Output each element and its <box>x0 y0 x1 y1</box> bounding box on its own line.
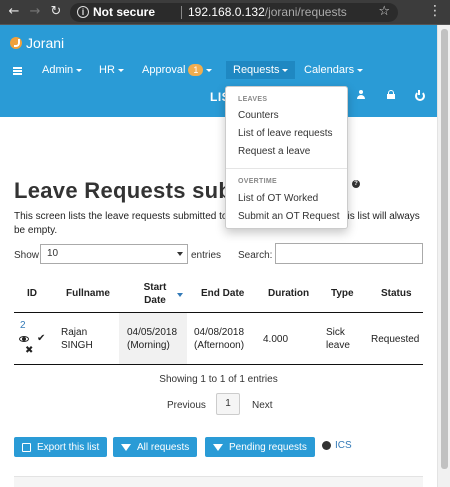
nav-hr[interactable]: HR <box>99 64 124 76</box>
chevron-down-icon <box>117 68 124 72</box>
sort-icon <box>41 291 48 299</box>
app-header: Jorani Admin HR Approval 1 Requests Calen… <box>0 25 437 117</box>
browser-toolbar: ← → ↻ i Not secure 192.168.0.132/jorani/… <box>0 0 450 25</box>
logout-power-icon[interactable] <box>414 90 425 101</box>
table-bottom-border <box>14 364 423 365</box>
requests-dropdown-menu: LEAVES Counters List of leave requests R… <box>225 86 348 229</box>
scrollbar-thumb[interactable] <box>441 29 448 469</box>
brand[interactable]: Jorani <box>10 35 64 51</box>
menu-divider <box>226 168 347 169</box>
overtime-header: OVERTIME <box>238 178 277 185</box>
reject-x-icon[interactable]: ✖ <box>25 345 33 356</box>
export-file-icon <box>22 442 31 452</box>
col-header-fullname[interactable]: Fullname <box>66 288 110 299</box>
reload-icon[interactable]: ↻ <box>48 4 64 20</box>
browser-menu-icon[interactable]: ⋮ <box>428 3 442 19</box>
url-separator <box>181 6 182 19</box>
lock-icon[interactable] <box>386 90 396 100</box>
entries-label: entries <box>191 250 222 261</box>
pagination-next[interactable]: Next <box>252 400 273 411</box>
back-arrow-icon[interactable]: ← <box>6 4 22 20</box>
bookmark-star-icon[interactable]: ☆ <box>378 4 390 19</box>
cell-end-date: 04/08/2018 (Afternoon) <box>194 327 245 351</box>
nav-calendars[interactable]: Calendars <box>304 64 364 76</box>
search-input[interactable] <box>275 243 423 264</box>
leaves-header: LEAVES <box>238 96 268 103</box>
menu-item-counters[interactable]: Counters <box>238 110 279 121</box>
main-nav: Admin HR Approval 1 Requests Calendars <box>0 61 437 81</box>
page-title: Leave Requests subm <box>14 178 253 203</box>
info-icon[interactable]: i <box>77 6 89 18</box>
chevron-down-icon <box>282 68 289 72</box>
page-length-select[interactable]: 10 <box>40 244 188 264</box>
col-header-start-date[interactable]: Start Date <box>140 281 170 307</box>
user-icon[interactable] <box>356 90 366 100</box>
filter-funnel-icon <box>213 443 223 451</box>
nav-requests[interactable]: Requests <box>226 61 296 79</box>
page-scrollbar[interactable] <box>437 25 450 487</box>
globe-icon <box>322 441 331 450</box>
table-info: Showing 1 to 1 of 1 entries <box>159 374 278 385</box>
menu-item-request-leave[interactable]: Request a leave <box>238 146 310 157</box>
forward-arrow-icon[interactable]: → <box>27 4 43 20</box>
col-header-id[interactable]: ID <box>27 288 37 299</box>
pagination-previous[interactable]: Previous <box>167 400 206 411</box>
request-id-link[interactable]: 2 <box>20 319 26 332</box>
menu-item-list-leave-requests[interactable]: List of leave requests <box>238 128 333 139</box>
approval-count-badge: 1 <box>188 64 204 76</box>
cell-type: Sick leave <box>326 327 350 351</box>
accept-check-icon[interactable]: ✔ <box>37 333 45 344</box>
cell-status: Requested <box>371 334 420 345</box>
nav-admin[interactable]: Admin <box>42 64 83 76</box>
chevron-down-icon <box>76 68 83 72</box>
nav-approval[interactable]: Approval 1 <box>142 64 213 76</box>
all-requests-button[interactable]: All requests <box>113 437 198 457</box>
cell-fullname: Rajan SINGH <box>61 327 93 351</box>
security-label: Not secure <box>93 5 156 19</box>
cell-start-date: 04/05/2018 (Morning) <box>127 327 178 351</box>
sort-descending-icon <box>177 293 183 297</box>
view-eye-icon[interactable] <box>19 336 29 342</box>
menu-list-icon[interactable] <box>13 67 22 75</box>
page-footer <box>14 476 423 487</box>
col-header-end-date[interactable]: End Date <box>201 288 244 299</box>
col-header-status[interactable]: Status <box>381 288 412 299</box>
table-header-border <box>14 312 423 313</box>
ics-link[interactable]: ICS <box>322 440 352 451</box>
chevron-down-icon <box>206 68 213 72</box>
search-label: Search: <box>238 250 273 261</box>
filter-funnel-icon <box>121 443 131 451</box>
menu-item-submit-ot-request[interactable]: Submit an OT Request <box>238 211 340 222</box>
pagination-page-1[interactable]: 1 <box>216 393 240 415</box>
help-question-icon[interactable]: ? <box>352 180 360 188</box>
address-bar[interactable]: i Not secure 192.168.0.132/jorani/reques… <box>70 3 398 22</box>
pending-requests-button[interactable]: Pending requests <box>205 437 315 457</box>
jorani-logo-icon <box>10 37 22 49</box>
cell-duration: 4.000 <box>263 334 289 345</box>
menu-item-list-ot-worked[interactable]: List of OT Worked <box>238 193 318 204</box>
col-header-type[interactable]: Type <box>331 288 354 299</box>
brand-name: Jorani <box>26 35 65 51</box>
url-text: 192.168.0.132/jorani/requests <box>188 5 347 19</box>
col-header-duration[interactable]: Duration <box>268 288 309 299</box>
chevron-down-icon <box>357 68 364 72</box>
show-label: Show <box>14 250 40 261</box>
chevron-down-icon <box>177 252 183 256</box>
export-list-button[interactable]: Export this list <box>14 437 108 457</box>
